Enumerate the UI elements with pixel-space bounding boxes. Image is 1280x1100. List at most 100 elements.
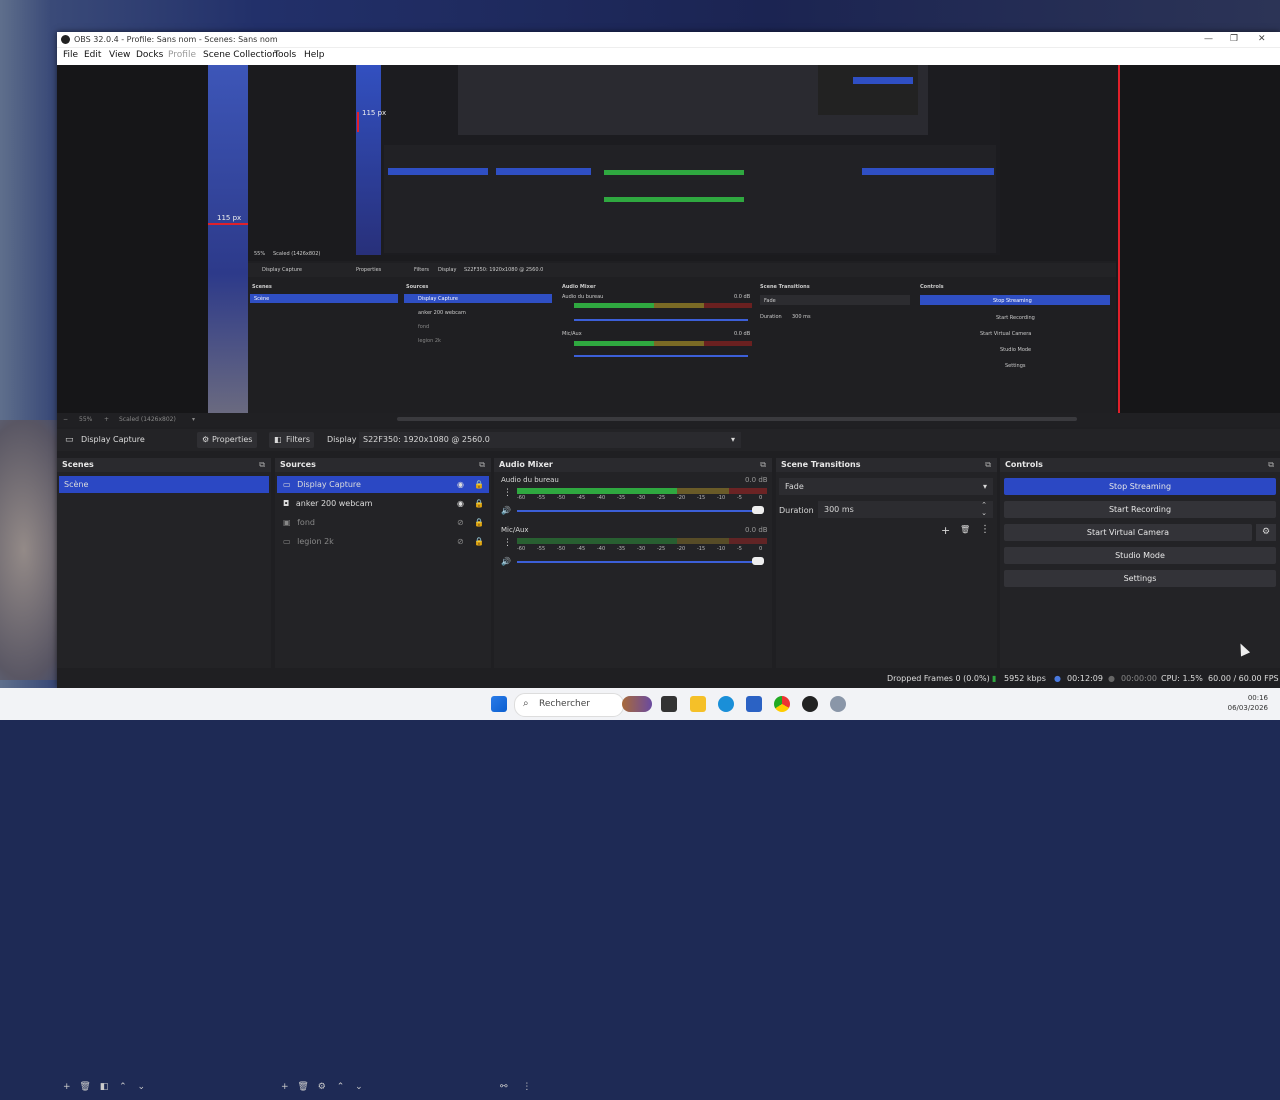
level-meter-yellow <box>677 538 729 544</box>
file-explorer-icon[interactable] <box>690 696 706 712</box>
widget-icon[interactable] <box>622 696 652 712</box>
preview-scrollbar[interactable] <box>397 417 1077 421</box>
preview-canvas[interactable]: 55% Scaled (1426x802) Display Capture Pr… <box>57 65 1280 413</box>
transition-select[interactable]: Fade ▾ <box>779 478 993 495</box>
ruler-line-left <box>208 223 248 225</box>
nested-display-value: S22F350: 1920x1080 @ 2560.0 <box>464 267 544 273</box>
eye-icon[interactable]: ◉ <box>457 476 464 493</box>
transitions-header: Scene Transitions ⧉ <box>776 458 997 472</box>
gear-icon[interactable]: ⚙ <box>1256 524 1276 541</box>
volume-handle[interactable] <box>752 557 764 565</box>
maximize-button[interactable]: ❐ <box>1230 32 1238 47</box>
menu-view[interactable]: View <box>109 50 130 60</box>
trash-icon[interactable]: 🗑 <box>297 1082 308 1092</box>
settings-button[interactable]: Settings <box>1004 570 1276 587</box>
taskbar-clock[interactable]: 00:16 06/03/2026 <box>1228 693 1268 713</box>
zoom-out-button[interactable]: − <box>63 416 68 423</box>
lock-icon[interactable]: 🔒 <box>474 495 484 512</box>
selected-source-name: Display Capture <box>81 435 145 444</box>
undock-icon[interactable]: ⧉ <box>760 458 766 472</box>
scale-tick: -25 <box>657 495 666 501</box>
chrome-icon[interactable] <box>774 696 790 712</box>
windows-start-icon[interactable] <box>491 696 507 712</box>
start-recording-button[interactable]: Start Recording <box>1004 501 1276 518</box>
move-down-icon[interactable]: ⌄ <box>355 1082 363 1092</box>
trash-icon[interactable]: 🗑 <box>79 1082 90 1092</box>
eye-icon[interactable]: ◉ <box>457 495 464 512</box>
source-item[interactable]: ▣ fond ⊘ 🔒 <box>277 514 489 531</box>
trash-icon[interactable]: 🗑 <box>960 525 970 534</box>
kebab-menu-icon[interactable]: ⋮ <box>980 524 990 535</box>
lock-icon[interactable]: 🔒 <box>474 476 484 493</box>
settings-app-icon[interactable] <box>830 696 846 712</box>
controls-dock: Controls ⧉ Stop Streaming Start Recording… <box>1000 458 1280 668</box>
menu-help[interactable]: Help <box>304 50 325 60</box>
menu-docks[interactable]: Docks <box>136 50 163 60</box>
display-select[interactable]: S22F350: 1920x1080 @ 2560.0 ▾ <box>359 432 741 448</box>
nested-meter-a2 <box>654 303 704 308</box>
link-icon[interactable]: ⚯ <box>500 1082 508 1092</box>
add-icon[interactable]: + <box>63 1082 71 1092</box>
eye-hidden-icon[interactable]: ⊘ <box>457 533 464 550</box>
record-time: 00:00:00 <box>1121 674 1157 683</box>
scene-item[interactable]: Scène <box>59 476 269 493</box>
move-up-icon[interactable]: ⌃ <box>337 1082 345 1092</box>
monitor-icon: ▭ <box>283 480 291 489</box>
properties-button[interactable]: ⚙ Properties <box>197 432 257 448</box>
kebab-menu-icon[interactable]: ⋮ <box>522 1082 531 1092</box>
source-item[interactable]: ▭ Display Capture ◉ 🔒 <box>277 476 489 493</box>
mixer-footer: ⚯ ⋮ <box>500 1082 700 1100</box>
chevron-down-icon[interactable]: ⌄ <box>981 505 987 522</box>
undock-icon[interactable]: ⧉ <box>259 458 265 472</box>
move-up-icon[interactable]: ⌃ <box>119 1082 127 1092</box>
scenes-header: Scenes ⧉ <box>57 458 271 472</box>
filters-button[interactable]: ◧ Filters <box>269 432 314 448</box>
menu-file[interactable]: File <box>63 50 78 60</box>
volume-slider[interactable] <box>517 510 759 512</box>
scale-tick: -15 <box>697 495 706 501</box>
volume-handle[interactable] <box>752 506 764 514</box>
zoom-dropdown-icon[interactable]: ▾ <box>192 416 195 423</box>
edge-browser-icon[interactable] <box>718 696 734 712</box>
add-icon[interactable]: + <box>281 1082 289 1092</box>
menu-profile[interactable]: Profile <box>168 50 196 60</box>
lock-icon[interactable]: 🔒 <box>474 514 484 531</box>
menu-edit[interactable]: Edit <box>84 50 101 60</box>
scale-tick: 0 <box>759 546 763 552</box>
speaker-icon[interactable]: 🔊 <box>501 506 511 515</box>
gear-icon[interactable]: ⚙ <box>318 1082 326 1092</box>
ruler-line-top <box>357 112 359 132</box>
filter-icon[interactable]: ◧ <box>100 1082 109 1092</box>
display-label: Display <box>327 435 357 444</box>
minimize-button[interactable]: — <box>1204 32 1213 47</box>
taskbar-search[interactable]: ⌕ Rechercher <box>514 693 624 717</box>
source-item[interactable]: ▭ legion 2k ⊘ 🔒 <box>277 533 489 550</box>
scale-tick: -10 <box>717 495 726 501</box>
duration-spinbox[interactable]: 300 ms ⌃ ⌄ <box>818 501 993 518</box>
menu-scene-collection[interactable]: Scene Collection <box>203 50 278 60</box>
speaker-icon[interactable]: 🔊 <box>501 557 511 566</box>
add-icon[interactable]: + <box>941 524 950 537</box>
kebab-menu-icon[interactable]: ⋮ <box>503 488 512 498</box>
eye-hidden-icon[interactable]: ⊘ <box>457 514 464 531</box>
task-view-icon[interactable] <box>661 696 677 712</box>
move-down-icon[interactable]: ⌄ <box>138 1082 146 1092</box>
studio-mode-button[interactable]: Studio Mode <box>1004 547 1276 564</box>
stop-streaming-button[interactable]: Stop Streaming <box>1004 478 1276 495</box>
lock-icon[interactable]: 🔒 <box>474 533 484 550</box>
close-button[interactable]: ✕ <box>1258 32 1266 47</box>
store-icon[interactable] <box>746 696 762 712</box>
source-item[interactable]: ◘ anker 200 webcam ◉ 🔒 <box>277 495 489 512</box>
kebab-menu-icon[interactable]: ⋮ <box>503 538 512 548</box>
menu-tools[interactable]: Tools <box>274 50 296 60</box>
start-virtual-camera-button[interactable]: Start Virtual Camera <box>1004 524 1252 541</box>
camera-icon: ◘ <box>283 499 290 508</box>
volume-slider[interactable] <box>517 561 759 563</box>
zoom-in-button[interactable]: + <box>104 416 109 423</box>
obs-icon[interactable] <box>802 696 818 712</box>
sources-footer: + 🗑 ⚙ ⌃ ⌄ <box>281 1082 481 1100</box>
undock-icon[interactable]: ⧉ <box>1268 458 1274 472</box>
undock-icon[interactable]: ⧉ <box>985 458 991 472</box>
undock-icon[interactable]: ⧉ <box>479 458 485 472</box>
chevron-down-icon: ▾ <box>730 435 735 444</box>
